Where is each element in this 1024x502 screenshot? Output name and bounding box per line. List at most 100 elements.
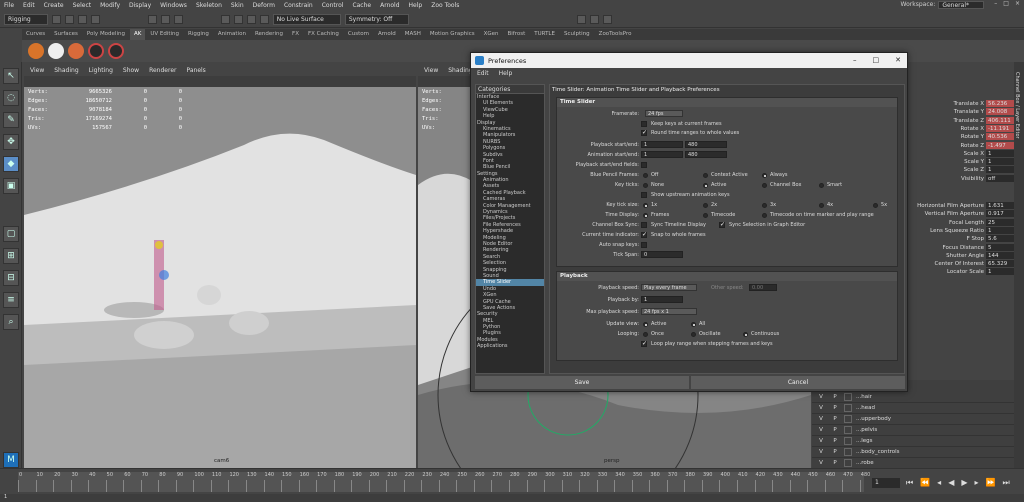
- shelf-tab-arnold[interactable]: Arnold: [374, 29, 400, 40]
- menu-modify[interactable]: Modify: [100, 2, 120, 9]
- auto-snap-checkbox[interactable]: [641, 242, 647, 248]
- cancel-button[interactable]: Cancel: [691, 376, 905, 389]
- animation-end-field[interactable]: 480: [685, 151, 727, 158]
- snap-curve-icon[interactable]: [233, 14, 243, 24]
- lasso-tool-icon[interactable]: ◌: [3, 90, 19, 106]
- layer-playback-toggle[interactable]: P: [830, 438, 840, 444]
- playback-by-field[interactable]: 1: [641, 296, 683, 303]
- menu-create[interactable]: Create: [44, 2, 64, 9]
- channel-value[interactable]: 1.631: [986, 202, 1014, 209]
- snap-surface-icon[interactable]: [259, 14, 269, 24]
- shelf-tab-uv-editing[interactable]: UV Editing: [146, 29, 183, 40]
- channel-value[interactable]: 65.329: [986, 260, 1014, 268]
- vp2-menu-view[interactable]: View: [424, 67, 438, 74]
- shelf-tab-sculpting[interactable]: Sculpting: [560, 29, 594, 40]
- lp-cont-radio[interactable]: [743, 331, 748, 337]
- menu-deform[interactable]: Deform: [253, 2, 275, 9]
- channel-value[interactable]: 1: [986, 226, 1014, 234]
- layer-visibility-toggle[interactable]: V: [816, 460, 826, 466]
- skull-icon[interactable]: [48, 43, 64, 59]
- step-forward-key-icon[interactable]: ⏩: [986, 478, 996, 488]
- loop-range-checkbox[interactable]: [641, 340, 647, 347]
- channel-value[interactable]: 1: [986, 166, 1014, 174]
- play-back-icon[interactable]: ◀: [948, 478, 954, 488]
- layer-playback-toggle[interactable]: P: [830, 460, 840, 466]
- td-timecode-radio[interactable]: [703, 212, 708, 218]
- layer-color-swatch[interactable]: [844, 448, 852, 456]
- vp-menu-view[interactable]: View: [30, 67, 44, 74]
- channel-value[interactable]: -11.191: [986, 124, 1014, 132]
- channel-value[interactable]: 0.917: [986, 210, 1014, 218]
- shelf-tab-ak[interactable]: AK: [129, 29, 146, 40]
- layer-row[interactable]: V P ...hair: [812, 392, 1014, 403]
- uv-all-radio[interactable]: [691, 321, 696, 327]
- layer-playback-toggle[interactable]: P: [830, 405, 840, 411]
- playback-end-field[interactable]: 480: [685, 141, 727, 148]
- playback-speed-dropdown[interactable]: Play every frame: [641, 284, 697, 291]
- sync-timeline-checkbox[interactable]: [641, 222, 647, 228]
- dialog-menu-edit[interactable]: Edit: [477, 70, 489, 77]
- go-to-end-icon[interactable]: ⏭: [1002, 478, 1009, 488]
- menu-zoo-tools[interactable]: Zoo Tools: [431, 2, 459, 9]
- scale-tool-icon[interactable]: ▣: [3, 178, 19, 194]
- keep-keys-checkbox[interactable]: [641, 121, 647, 127]
- live-surface-dropdown[interactable]: No Live Surface: [272, 13, 341, 25]
- menu-arnold[interactable]: Arnold: [380, 2, 399, 9]
- shelf-tab-xgen[interactable]: XGen: [480, 29, 503, 40]
- layer-visibility-toggle[interactable]: V: [816, 449, 826, 455]
- lp-osc-radio[interactable]: [691, 331, 696, 337]
- framerate-dropdown[interactable]: 24 fps: [645, 110, 683, 117]
- select-by-component-icon[interactable]: [173, 14, 183, 24]
- layer-visibility-toggle[interactable]: V: [816, 405, 826, 411]
- layer-visibility-toggle[interactable]: V: [816, 416, 826, 422]
- shelf-tab-rigging[interactable]: Rigging: [184, 29, 213, 40]
- step-back-key-icon[interactable]: ⏪: [920, 478, 930, 488]
- layer-color-swatch[interactable]: [844, 393, 852, 401]
- go-to-start-icon[interactable]: ⏮: [906, 478, 913, 488]
- tick-span-field[interactable]: 0: [641, 251, 683, 258]
- dialog-maximize-icon[interactable]: □: [873, 56, 880, 64]
- dialog-titlebar[interactable]: Preferences – □ ✕: [471, 53, 907, 68]
- layer-color-swatch[interactable]: [844, 415, 852, 423]
- menu-windows[interactable]: Windows: [160, 2, 187, 9]
- save-button[interactable]: Save: [475, 376, 689, 389]
- menu-constrain[interactable]: Constrain: [284, 2, 313, 9]
- move-tool-icon[interactable]: ✥: [3, 134, 19, 150]
- range-start[interactable]: 1: [4, 494, 7, 500]
- render-icon[interactable]: [577, 14, 587, 24]
- render-settings-icon[interactable]: [603, 14, 613, 24]
- open-scene-icon[interactable]: [51, 14, 61, 24]
- bp-always-radio[interactable]: [762, 172, 767, 178]
- layer-playback-toggle[interactable]: P: [830, 449, 840, 455]
- size-5x-radio[interactable]: [873, 202, 878, 208]
- save-scene-icon[interactable]: [64, 14, 74, 24]
- sync-graph-checkbox[interactable]: [719, 221, 725, 228]
- size-1x-radio[interactable]: [643, 202, 648, 208]
- shelf-tab-fx-caching[interactable]: FX Caching: [304, 29, 343, 40]
- menu-display[interactable]: Display: [129, 2, 151, 9]
- symmetry-dropdown[interactable]: Symmetry: Off: [344, 13, 410, 25]
- shelf-tab-mash[interactable]: MASH: [401, 29, 425, 40]
- shelf-tab-motion-graphics[interactable]: Motion Graphics: [426, 29, 479, 40]
- channel-value[interactable]: 1: [986, 149, 1014, 157]
- max-speed-dropdown[interactable]: 24 fps x 1: [641, 308, 697, 315]
- search-icon[interactable]: ⌕: [3, 314, 19, 330]
- layer-row[interactable]: V P ...legs: [812, 436, 1014, 447]
- shelf-tab-turtle[interactable]: TURTLE: [530, 29, 559, 40]
- bp-off-radio[interactable]: [643, 172, 648, 178]
- dialog-close-icon[interactable]: ✕: [895, 56, 901, 64]
- layer-row[interactable]: V P ...body_controls: [812, 447, 1014, 458]
- time-ruler[interactable]: 0 10 20 30 40 50 60 70 80 90 100 110 120 130 140 150 160…: [18, 472, 870, 492]
- kt-active-radio[interactable]: [703, 182, 708, 188]
- vp-menu-renderer[interactable]: Renderer: [149, 67, 176, 74]
- shelf-tab-surfaces[interactable]: Surfaces: [50, 29, 82, 40]
- size-4x-radio[interactable]: [819, 202, 824, 208]
- layer-visibility-toggle[interactable]: V: [816, 438, 826, 444]
- single-view-icon[interactable]: ▢: [3, 226, 19, 242]
- shelf-tab-curves[interactable]: Curves: [22, 29, 49, 40]
- select-tool-icon[interactable]: ↖: [3, 68, 19, 84]
- round-time-checkbox[interactable]: [641, 129, 647, 136]
- vp-menu-show[interactable]: Show: [123, 67, 139, 74]
- menu-file[interactable]: File: [4, 2, 14, 9]
- select-by-hierarchy-icon[interactable]: [147, 14, 157, 24]
